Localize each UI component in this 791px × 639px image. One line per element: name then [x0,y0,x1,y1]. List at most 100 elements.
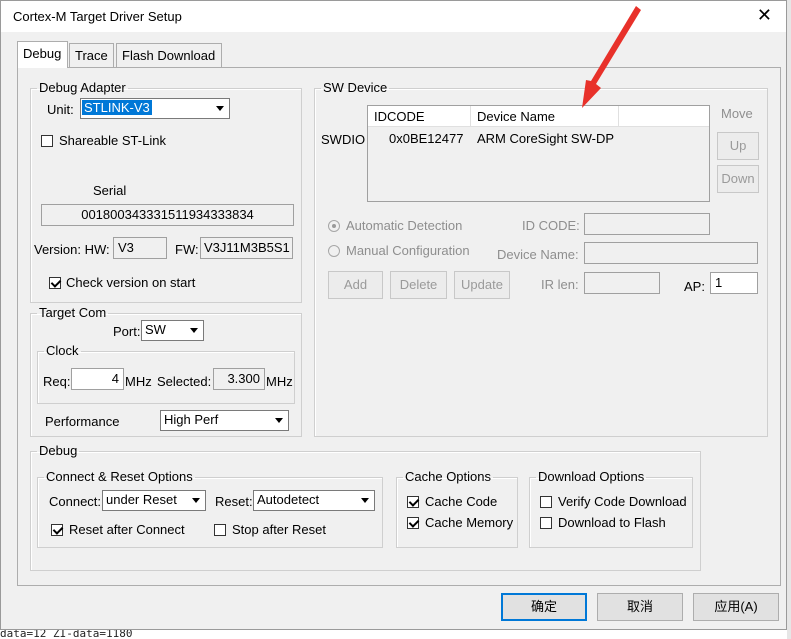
column-idcode[interactable]: IDCODE [368,106,471,127]
column-idcode-label: IDCODE [374,109,425,124]
ir-len-field[interactable] [584,272,660,294]
download-to-flash-label: Download to Flash [558,515,666,530]
ap-value: 1 [715,275,723,290]
serial-field: 001800343331511934333834 [41,204,294,226]
reset-after-connect-checkbox[interactable] [51,524,63,536]
ok-label: 确定 [530,599,557,614]
cache-options-legend: Cache Options [405,469,491,484]
cancel-label: 取消 [626,599,653,614]
req-unit: MHz [125,374,152,389]
port-select-value: SW [145,322,166,337]
shareable-label: Shareable ST-Link [59,133,166,148]
apply-label: 应用(A) [714,599,758,614]
window-title: Cortex-M Target Driver Setup [13,9,182,24]
row-device-name: ARM CoreSight SW-DP [477,131,615,146]
req-value: 4 [111,371,119,386]
manual-configuration-label: Manual Configuration [346,243,470,258]
dialog-window: Cortex-M Target Driver Setup ✕ Debug Tra… [0,0,787,630]
verify-code-download-label: Verify Code Download [558,494,687,509]
id-code-field[interactable] [584,213,710,235]
verify-code-download-checkbox[interactable] [540,496,552,508]
req-input[interactable]: 4 [71,368,124,390]
cache-memory-checkbox[interactable] [407,517,419,529]
connect-reset-legend: Connect & Reset Options [46,469,193,484]
title-bar: Cortex-M Target Driver Setup ✕ [1,1,786,32]
check-version-checkbox[interactable] [49,277,61,289]
hw-version-field: V3 [113,237,167,259]
clock-legend: Clock [46,343,79,358]
column-device-name-label: Device Name [477,109,556,124]
sw-device-legend: SW Device [323,80,388,95]
stop-after-reset-checkbox[interactable] [214,524,226,536]
chevron-down-icon[interactable] [357,492,373,509]
debug-options-legend: Debug [39,443,78,458]
move-up-button[interactable]: Up [717,132,759,160]
manual-configuration-radio[interactable] [328,245,340,257]
move-down-button[interactable]: Down [717,165,759,193]
fw-label: FW: [175,242,199,257]
cache-code-label: Cache Code [425,494,498,509]
delete-button[interactable]: Delete [390,271,447,299]
move-up-label: Up [729,138,747,153]
port-select[interactable]: SW [141,320,204,341]
move-down-label: Down [721,171,755,186]
tab-trace[interactable]: Trace [69,43,114,67]
row-idcode: 0x0BE12477 [389,131,464,146]
connect-label: Connect: [49,494,102,509]
tab-flash-download-label: Flash Download [122,48,216,63]
background-window-edge [787,0,791,639]
download-options-legend: Download Options [538,469,645,484]
device-name-field[interactable] [584,242,758,264]
fw-version-value: V3J11M3B5S1 [204,240,290,255]
id-code-label: ID CODE: [522,218,580,233]
chevron-down-icon[interactable] [186,322,202,339]
debug-adapter-legend: Debug Adapter [39,80,126,95]
unit-label: Unit: [47,102,74,117]
reset-select-value: Autodetect [257,492,320,507]
ap-label: AP: [684,279,705,294]
performance-select[interactable]: High Perf [160,410,289,431]
sw-device-list[interactable]: IDCODE Device Name 0x0BE12477 ARM CoreSi… [367,105,710,202]
performance-select-value: High Perf [164,412,219,427]
update-button[interactable]: Update [454,271,510,299]
target-com-legend: Target Com [39,305,107,320]
stop-after-reset-label: Stop after Reset [232,522,326,537]
automatic-detection-radio[interactable] [328,220,340,232]
device-name-label: Device Name: [497,247,579,262]
cache-code-checkbox[interactable] [407,496,419,508]
reset-after-connect-label: Reset after Connect [69,522,185,537]
tab-debug[interactable]: Debug [17,41,68,68]
cancel-button[interactable]: 取消 [597,593,683,621]
serial-label: Serial [93,183,127,198]
list-header: IDCODE Device Name [368,106,709,127]
download-to-flash-checkbox[interactable] [540,517,552,529]
chevron-down-icon[interactable] [188,492,204,509]
close-icon[interactable]: ✕ [757,5,772,25]
chevron-down-icon[interactable] [212,100,228,117]
update-label: Update [461,277,503,292]
req-label: Req: [43,374,71,389]
automatic-detection-label: Automatic Detection [346,218,463,233]
reset-select[interactable]: Autodetect [253,490,375,511]
port-label: Port: [113,324,141,339]
ok-button[interactable]: 确定 [501,593,587,621]
background-build-output: data=12 ZI-data=1180 [0,629,791,639]
add-button[interactable]: Add [328,271,383,299]
apply-button[interactable]: 应用(A) [693,593,779,621]
tab-flash-download[interactable]: Flash Download [116,43,222,67]
tab-trace-label: Trace [75,48,108,63]
cache-options-group: Cache Options [396,470,518,548]
connect-select[interactable]: under Reset [102,490,206,511]
chevron-down-icon[interactable] [271,412,287,429]
ir-len-label: IR len: [541,277,579,292]
unit-select[interactable]: STLINK-V3 [80,98,230,119]
move-label: Move [721,106,753,121]
background-build-text: data=12 ZI-data=1180 [0,629,133,639]
reset-label: Reset: [215,494,253,509]
selected-label: Selected: [157,374,212,389]
ap-input[interactable]: 1 [710,272,758,294]
shareable-checkbox[interactable] [41,135,53,147]
version-hw-label: Version: HW: [34,242,110,257]
selected-unit: MHz [266,374,293,389]
hw-version-value: V3 [118,240,134,255]
